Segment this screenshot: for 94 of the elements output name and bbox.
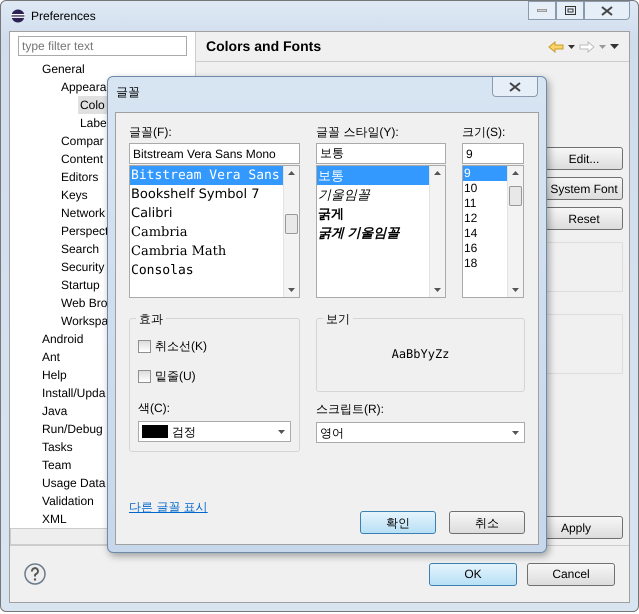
caret-icon[interactable] xyxy=(278,430,285,434)
list-item[interactable]: 18 xyxy=(463,256,507,271)
tree-item[interactable]: Labe xyxy=(78,114,109,132)
minimize-button[interactable] xyxy=(528,1,556,20)
list-item[interactable]: Calibri xyxy=(130,204,283,223)
dropdown-value: 영어 xyxy=(320,424,344,442)
text-field[interactable]: Bitstream Vera Sans Mono xyxy=(129,143,300,164)
list-item[interactable]: Consolas xyxy=(130,261,283,280)
scrollbar-thumb[interactable] xyxy=(285,214,298,234)
scroll-up-icon[interactable] xyxy=(288,171,295,175)
preview-sample: AaBbYyZz xyxy=(392,346,450,363)
scroll-down-icon[interactable] xyxy=(512,288,519,292)
page-title: Colors and Fonts xyxy=(206,37,322,56)
list-box[interactable]: 9 10 11 12 14 16 18 xyxy=(462,165,524,298)
tree-item[interactable]: Ant xyxy=(40,348,62,366)
color-dropdown[interactable]: 검정 xyxy=(138,421,291,442)
side-button[interactable]: Edit... xyxy=(545,147,623,170)
tree-item[interactable]: Validation xyxy=(40,492,96,510)
scrollbar-thumb[interactable] xyxy=(509,186,522,206)
more-fonts-link[interactable]: 다른 글꼴 표시 xyxy=(129,500,208,514)
close-icon xyxy=(601,6,613,16)
dialog-button[interactable]: 확인 xyxy=(360,511,436,534)
tree-item[interactable]: Run/Debug xyxy=(40,420,105,438)
menu-caret-icon[interactable] xyxy=(610,44,619,49)
close-button[interactable] xyxy=(492,77,538,97)
tree-item[interactable]: Content xyxy=(59,150,106,168)
caret-icon[interactable] xyxy=(512,430,519,434)
app-icon xyxy=(11,9,25,23)
checkbox-label: 취소선(K) xyxy=(155,338,207,355)
close-icon xyxy=(509,82,521,92)
tree-item[interactable]: Appeara xyxy=(59,78,108,96)
tree-item[interactable]: Security xyxy=(59,258,106,276)
side-button[interactable]: Reset xyxy=(545,207,623,230)
list-item[interactable]: 10 xyxy=(463,181,507,196)
close-button[interactable] xyxy=(584,1,630,20)
tree-item[interactable]: Help xyxy=(40,366,69,384)
tree-item[interactable]: Keys xyxy=(59,186,90,204)
filter-field[interactable]: type filter text xyxy=(18,36,187,56)
tree-item[interactable]: General xyxy=(40,60,87,78)
checkbox[interactable] xyxy=(138,370,151,382)
checkbox-label: 밑줄(U) xyxy=(155,368,196,385)
list-item[interactable]: Cambria Math xyxy=(130,242,283,261)
text-field[interactable]: 9 xyxy=(462,143,524,164)
help-icon[interactable] xyxy=(24,563,46,585)
maximize-button[interactable] xyxy=(556,1,584,20)
list-item[interactable]: Bookshelf Symbol 7 xyxy=(130,185,283,204)
scroll-up-icon[interactable] xyxy=(434,171,441,175)
maximize-icon xyxy=(564,6,576,15)
tree-item[interactable]: Compar xyxy=(59,132,106,150)
tree-item[interactable]: XML xyxy=(40,510,69,528)
tree-item[interactable]: Editors xyxy=(59,168,100,186)
window-title: Preferences xyxy=(31,8,96,25)
text-field[interactable]: 보통 xyxy=(316,143,446,164)
scroll-down-icon[interactable] xyxy=(288,288,295,292)
tree-item[interactable]: Usage Data xyxy=(40,474,108,492)
list-item[interactable]: 16 xyxy=(463,241,507,256)
scroll-down-icon[interactable] xyxy=(434,288,441,292)
color-label: 색(C): xyxy=(138,400,171,417)
list-box[interactable]: Bitstream Vera Sans Bookshelf Symbol 7 Calibri Cambria Cambria Math Consolas xyxy=(129,165,300,298)
list-item[interactable]: 굵게 xyxy=(317,204,429,223)
tree-item[interactable]: Web Bro xyxy=(59,294,110,312)
field-label: 글꼴(F): xyxy=(129,124,172,141)
dialog-title: 글꼴 xyxy=(116,84,140,101)
dialog-button[interactable]: OK xyxy=(429,562,517,586)
tree-item[interactable]: Workspa xyxy=(59,312,110,330)
script-dropdown[interactable]: 영어 xyxy=(316,422,525,443)
list-item[interactable]: 기울임꼴 xyxy=(317,185,429,204)
script-label: 스크립트(R): xyxy=(316,401,385,418)
tree-item[interactable]: Startup xyxy=(59,276,102,294)
tree-item[interactable]: Android xyxy=(40,330,86,348)
side-button[interactable]: System Font xyxy=(545,177,623,200)
tree-item[interactable]: Team xyxy=(40,456,74,474)
list-item[interactable]: 12 xyxy=(463,211,507,226)
dialog-button[interactable]: 취소 xyxy=(449,511,525,534)
list-item[interactable]: 굵게 기울임꼴 xyxy=(317,223,429,242)
tree-item[interactable]: Java xyxy=(40,402,70,420)
field-label: 글꼴 스타일(Y): xyxy=(316,124,399,141)
list-box[interactable]: 보통 기울임꼴 굵게 굵게 기울임꼴 xyxy=(316,165,446,298)
list-item[interactable]: Cambria xyxy=(130,223,283,242)
tree-item[interactable]: Install/Upda xyxy=(40,384,108,402)
caret-icon[interactable] xyxy=(568,44,575,48)
scroll-up-icon[interactable] xyxy=(512,171,519,175)
tree-item[interactable]: Network xyxy=(59,204,108,222)
tree-item[interactable]: Search xyxy=(59,240,102,258)
field-label: 크기(S): xyxy=(462,124,506,141)
list-item[interactable]: 14 xyxy=(463,226,507,241)
checkbox[interactable] xyxy=(138,340,151,352)
tree-item[interactable]: Perspect xyxy=(59,222,110,240)
tree-item[interactable]: Tasks xyxy=(40,438,75,456)
dropdown-value: 검정 xyxy=(172,424,196,440)
list-item[interactable]: 11 xyxy=(463,196,507,211)
tree-item[interactable]: Colo xyxy=(78,96,107,114)
dialog-button[interactable]: Cancel xyxy=(527,562,615,586)
minimize-icon xyxy=(537,9,547,12)
